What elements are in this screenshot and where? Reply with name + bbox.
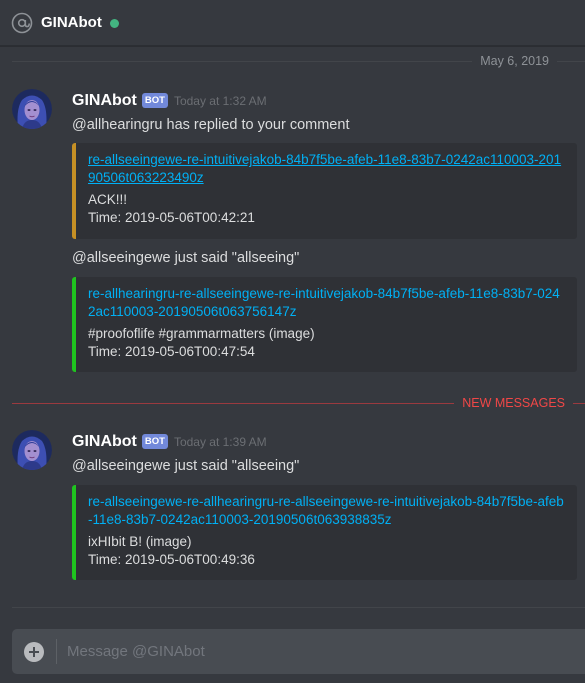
embed-time: Time: 2019-05-06T00:47:54 [88, 343, 255, 359]
embed-time: Time: 2019-05-06T00:49:36 [88, 551, 255, 567]
message-timestamp: Today at 1:39 AM [173, 435, 267, 449]
message-header: GINAbot BOT Today at 1:32 AM [72, 92, 267, 110]
message-input[interactable] [67, 629, 585, 674]
embed-link[interactable]: re-allseeingewe-re-intuitivejakob-84b7f5… [88, 151, 567, 186]
embed-time: Time: 2019-05-06T00:42:21 [88, 209, 255, 225]
message-embed: re-allhearingru-re-allseeingewe-re-intui… [72, 277, 577, 372]
bot-badge: BOT [141, 93, 168, 108]
message-text: @allhearingru has replied to your commen… [72, 117, 350, 133]
embed-description: #proofoflife #grammarmatters (image) [88, 326, 315, 341]
message-embed: re-allseeingewe-re-allhearingru-re-allse… [72, 485, 577, 580]
embed-link[interactable]: re-allseeingewe-re-allhearingru-re-allse… [88, 493, 567, 528]
embed-link[interactable]: re-allhearingru-re-allseeingewe-re-intui… [88, 285, 567, 320]
composer-divider [12, 607, 585, 608]
message-composer [12, 629, 585, 674]
message-text: @allseeingewe just said "allseeing" [72, 250, 300, 266]
date-divider: May 6, 2019 [12, 53, 585, 69]
new-messages-label: NEW MESSAGES [454, 395, 573, 411]
embed-description: ixHIbit B! (image) [88, 534, 192, 549]
message-embed: re-allseeingewe-re-intuitivejakob-84b7f5… [72, 143, 577, 239]
avatar[interactable] [12, 430, 52, 470]
embed-description: ACK!!! [88, 192, 128, 207]
online-status-icon [109, 18, 119, 28]
avatar[interactable] [12, 89, 52, 129]
composer-separator [56, 639, 57, 664]
channel-title: GINAbot [41, 14, 102, 31]
bot-badge: BOT [141, 434, 168, 449]
message-timestamp: Today at 1:32 AM [173, 94, 267, 108]
new-messages-divider: NEW MESSAGES [12, 395, 585, 411]
author-name[interactable]: GINAbot [72, 433, 137, 451]
channel-header: GINAbot [0, 0, 585, 46]
date-divider-label: May 6, 2019 [472, 53, 557, 69]
message-text: @allseeingewe just said "allseeing" [72, 458, 300, 474]
message-header: GINAbot BOT Today at 1:39 AM [72, 433, 267, 451]
plus-circle-icon[interactable] [24, 641, 44, 662]
author-name[interactable]: GINAbot [72, 92, 137, 110]
at-sign-icon [11, 12, 33, 34]
